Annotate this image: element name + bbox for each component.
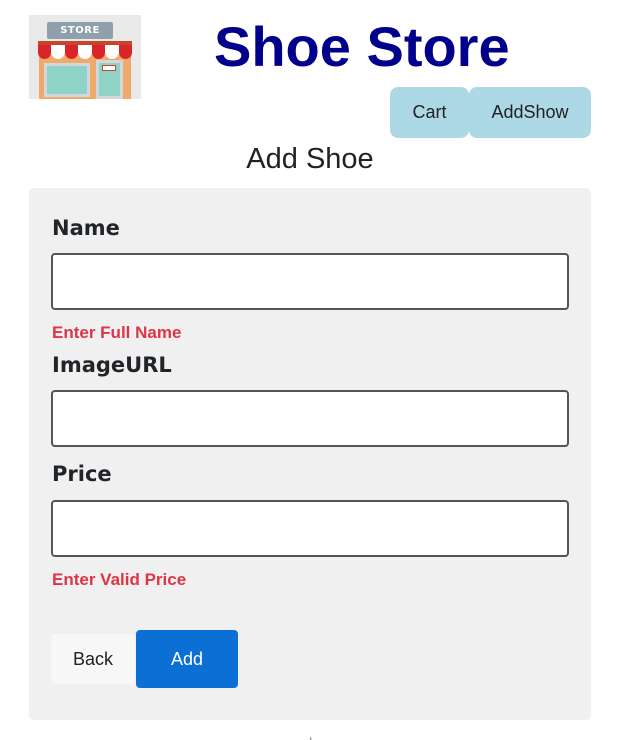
imageurl-label: ImageURL (52, 353, 172, 377)
page-title: Add Shoe (246, 143, 374, 175)
store-sign: STORE (47, 22, 113, 39)
name-label: Name (52, 216, 120, 240)
door-sign (102, 65, 116, 71)
name-input[interactable] (51, 253, 569, 310)
name-error: Enter Full Name (52, 323, 182, 342)
footer-mark: , (309, 728, 313, 740)
cart-button[interactable]: Cart (390, 87, 469, 138)
price-error: Enter Valid Price (52, 570, 187, 589)
store-window (44, 63, 90, 97)
price-input[interactable] (51, 500, 569, 557)
addshow-button[interactable]: AddShow (469, 87, 591, 138)
add-button[interactable]: Add (136, 630, 238, 688)
store-logo: STORE (29, 15, 141, 99)
brand-title: Shoe Store (214, 15, 510, 78)
back-button[interactable]: Back (51, 634, 135, 684)
price-label: Price (52, 462, 112, 486)
imageurl-input[interactable] (51, 390, 569, 447)
add-shoe-form: Name Enter Full Name ImageURL Price Ente… (29, 188, 591, 720)
store-awning (38, 45, 132, 59)
